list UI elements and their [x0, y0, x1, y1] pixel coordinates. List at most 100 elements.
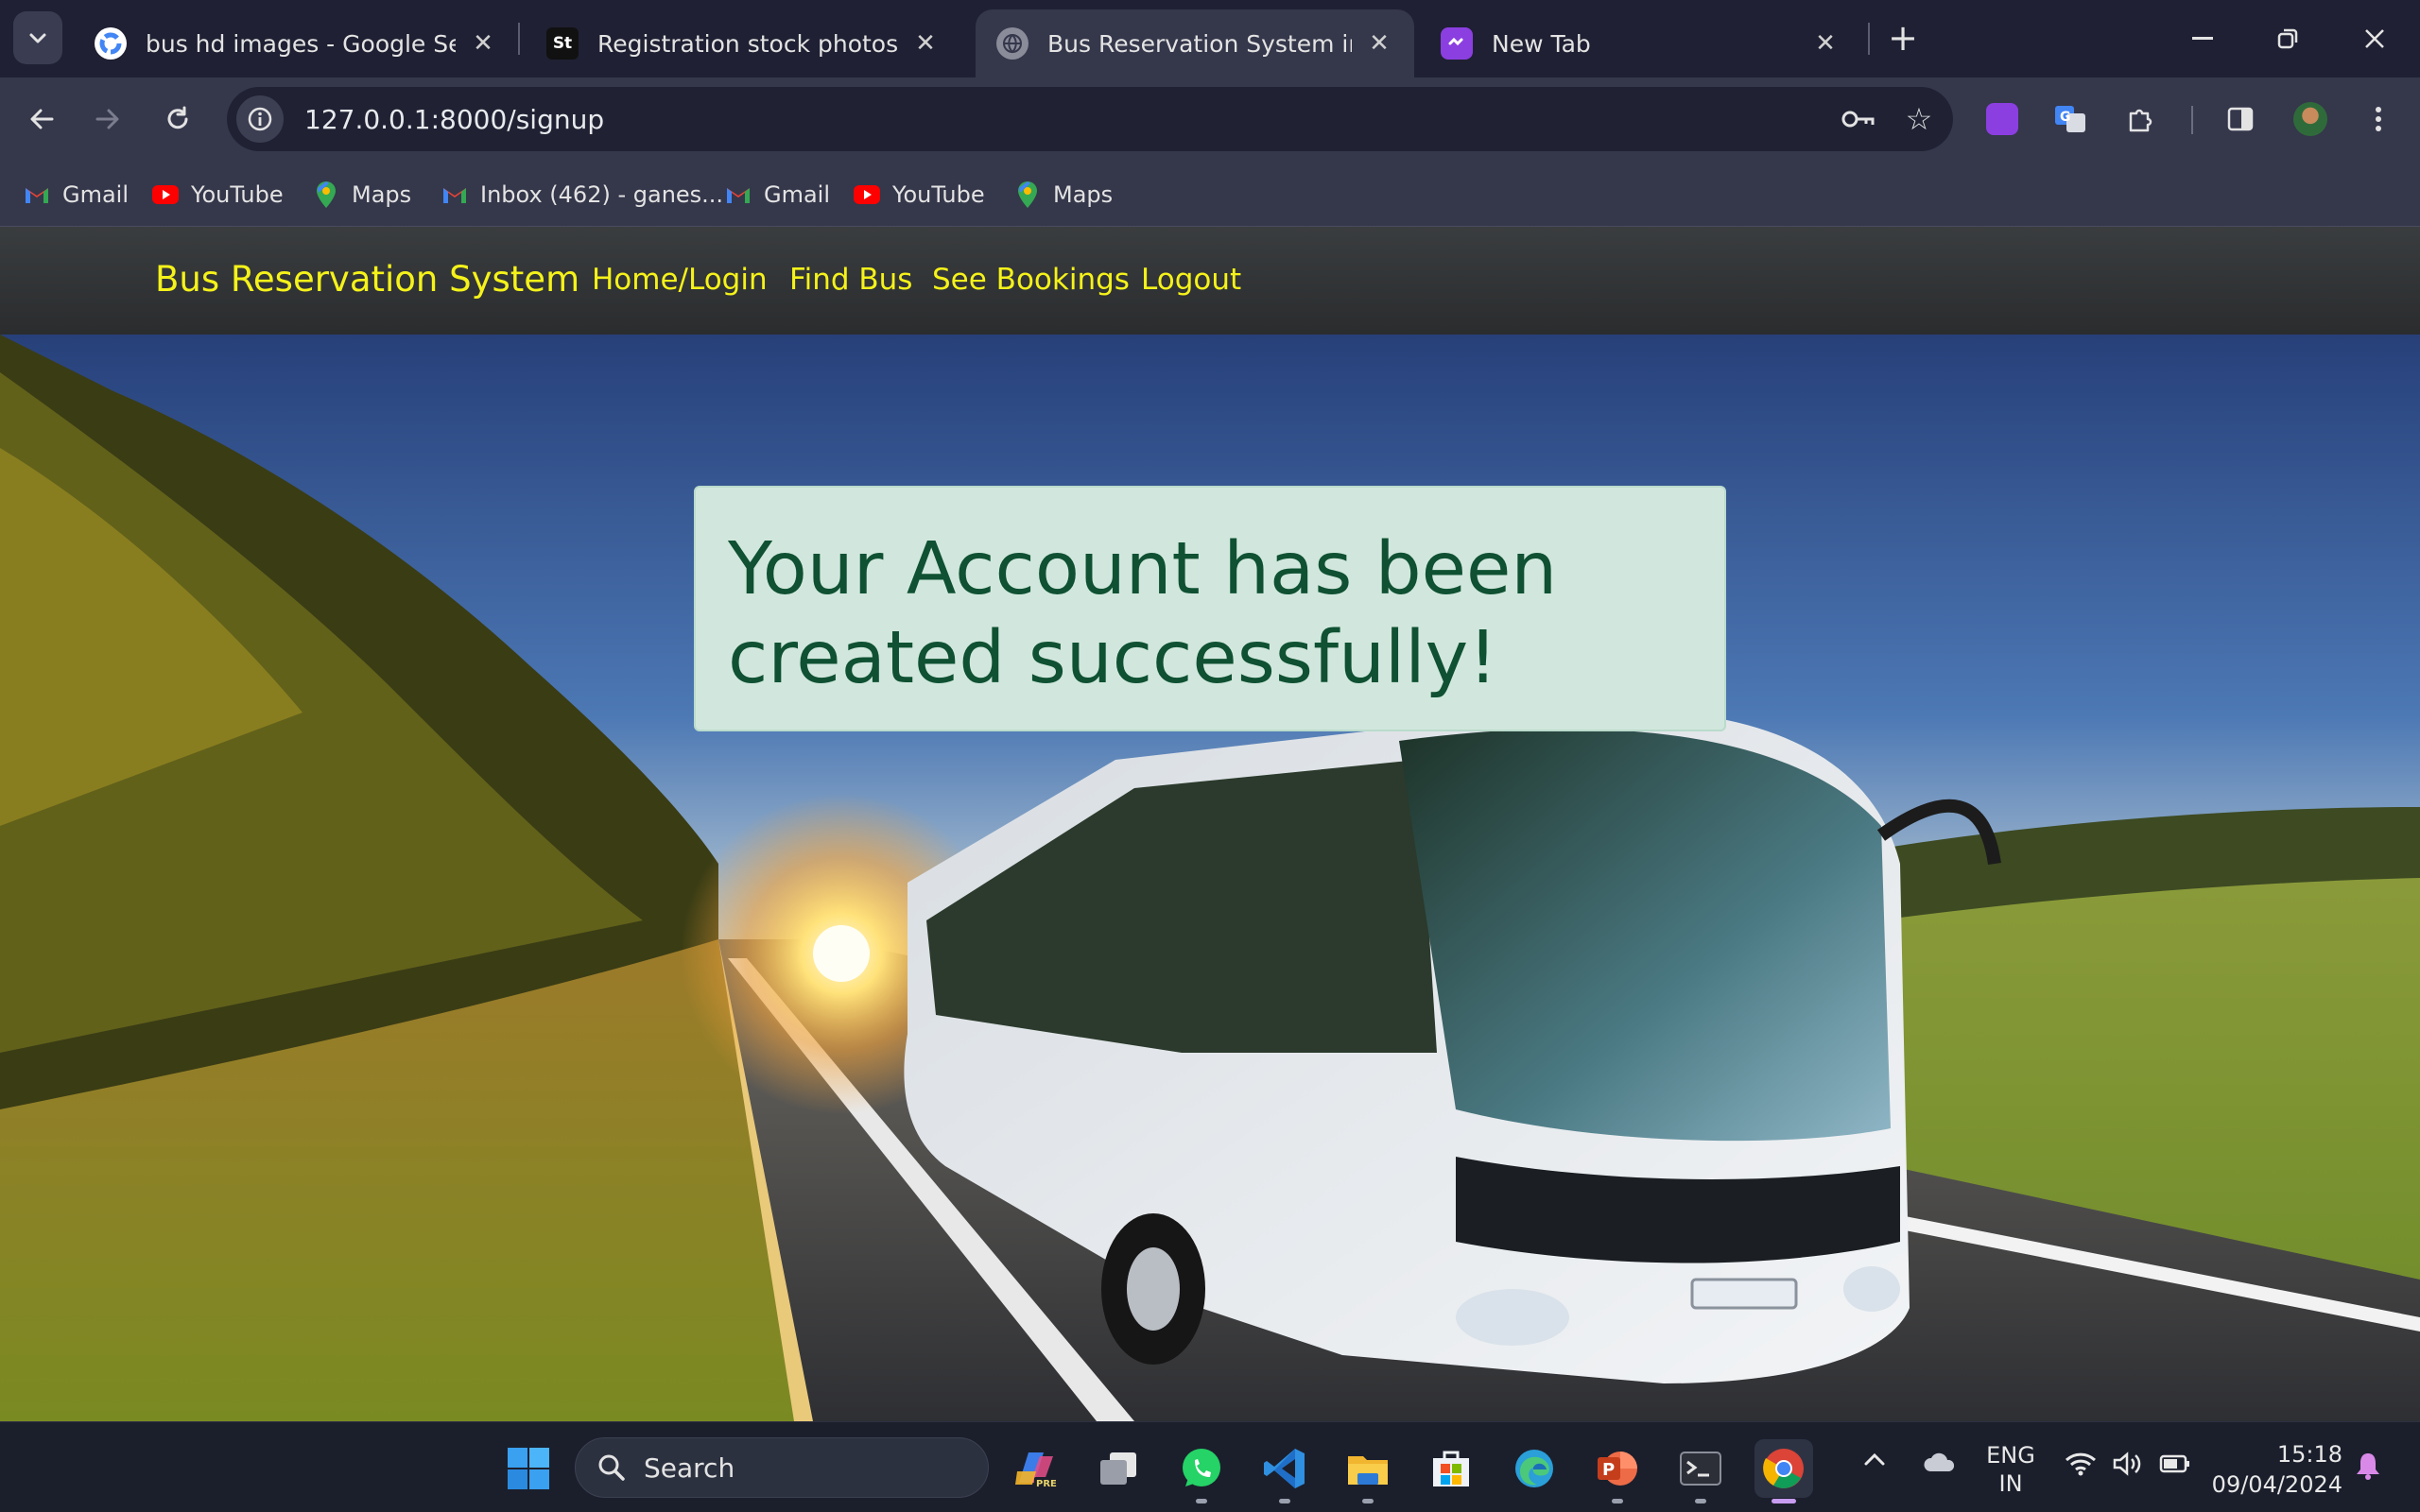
- minimize-icon: [2192, 37, 2213, 40]
- bookmark-label: Inbox (462) - ganes...: [480, 181, 724, 208]
- chrome-icon[interactable]: [1754, 1439, 1813, 1503]
- svg-text:G: G: [2060, 110, 2071, 125]
- language-code: ENG: [1986, 1442, 2035, 1469]
- wifi-icon[interactable]: [2065, 1451, 2097, 1483]
- onedrive-icon[interactable]: [1923, 1451, 1957, 1481]
- bookmarks-bar: Gmail YouTube Maps Inbox (462) - ganes..…: [0, 161, 2420, 227]
- close-icon[interactable]: ✕: [1811, 29, 1840, 58]
- clock-date: 09/04/2024: [2211, 1471, 2342, 1498]
- bookmark-label: Gmail: [62, 181, 130, 208]
- bookmark-label: Maps: [352, 181, 412, 208]
- nav-home-login[interactable]: Home/Login: [592, 263, 768, 297]
- bookmark-gmail[interactable]: Gmail: [23, 176, 129, 214]
- close-icon[interactable]: ✕: [469, 29, 497, 58]
- arrow-right-icon: [95, 109, 119, 129]
- tab-bus-reservation[interactable]: Bus Reservation System in Djan ✕: [976, 9, 1414, 77]
- google-icon: [95, 27, 127, 60]
- reload-icon: [167, 106, 188, 129]
- bookmark-label: YouTube: [191, 181, 284, 208]
- gmail-icon: [23, 180, 51, 209]
- nav-see-bookings[interactable]: See Bookings: [932, 263, 1130, 297]
- tab-title: New Tab: [1492, 29, 1591, 58]
- tab-separator: [518, 23, 520, 55]
- youtube-icon: [151, 180, 180, 209]
- language-indicator[interactable]: ENG IN: [1985, 1441, 2036, 1498]
- tab-new-tab[interactable]: New Tab ✕: [1420, 9, 1860, 77]
- bookmark-star-icon[interactable]: ☆: [1893, 93, 1945, 146]
- profile-avatar[interactable]: [2286, 94, 2335, 144]
- gmail-icon: [724, 180, 752, 209]
- nav-find-bus[interactable]: Find Bus: [789, 263, 912, 297]
- close-icon[interactable]: ✕: [911, 29, 940, 58]
- notification-bell-icon[interactable]: [2354, 1451, 2382, 1486]
- nav-logout[interactable]: Logout: [1141, 263, 1241, 297]
- bookmark-gmail-2[interactable]: Gmail: [724, 176, 830, 214]
- alert-message-line2: created successfully!: [728, 616, 1498, 700]
- system-clock[interactable]: 15:18 09/04/2024: [2210, 1439, 2342, 1500]
- shutterstock-icon: St: [546, 27, 579, 60]
- site-info-icon[interactable]: [236, 95, 284, 143]
- tab-title: Bus Reservation System in Djan: [1047, 29, 1352, 58]
- maps-icon: [312, 180, 340, 209]
- powerpoint-icon[interactable]: P: [1588, 1439, 1647, 1503]
- reload-button[interactable]: [151, 93, 204, 146]
- extensions-puzzle-icon[interactable]: [2116, 94, 2165, 144]
- menu-kebab-icon[interactable]: [2354, 94, 2403, 144]
- bookmark-label: Gmail: [764, 181, 831, 208]
- toolbar-separator: [2191, 106, 2193, 134]
- whatsapp-icon[interactable]: [1172, 1439, 1231, 1503]
- success-alert: Your Account has been created successful…: [694, 486, 1726, 731]
- forward-button[interactable]: [81, 93, 134, 146]
- extension-purple-icon[interactable]: [1978, 94, 2027, 144]
- side-panel-icon[interactable]: [2216, 94, 2265, 144]
- alert-message-line1: Your Account has been: [728, 527, 1558, 611]
- edge-icon[interactable]: [1505, 1439, 1564, 1498]
- tab-title: bus hd images - Google Search: [146, 29, 456, 58]
- bookmark-maps[interactable]: Maps: [312, 176, 411, 214]
- close-icon[interactable]: ✕: [1365, 29, 1393, 58]
- browser-toolbar: 127.0.0.1:8000/signup ☆ G: [0, 77, 2420, 161]
- bookmark-maps-2[interactable]: Maps: [1013, 176, 1113, 214]
- password-key-icon[interactable]: [1832, 93, 1885, 146]
- url-text[interactable]: 127.0.0.1:8000/signup: [304, 104, 1832, 135]
- tab-registration-photos[interactable]: St Registration stock photos, royal ✕: [526, 9, 960, 77]
- google-translate-icon[interactable]: G: [2046, 94, 2095, 144]
- tab-google-search[interactable]: bus hd images - Google Search ✕: [74, 9, 518, 77]
- site-brand[interactable]: Bus Reservation System: [155, 259, 579, 300]
- svg-text:PRE: PRE: [1036, 1479, 1057, 1489]
- bookmark-youtube-2[interactable]: YouTube: [853, 176, 985, 214]
- chevron-up-icon: [1864, 1452, 1885, 1466]
- new-tab-button[interactable]: +: [1881, 17, 1925, 60]
- microsoft-store-icon[interactable]: [1422, 1439, 1480, 1498]
- chevron-down-icon: [29, 33, 46, 43]
- battery-icon[interactable]: [2159, 1452, 2191, 1481]
- minimize-button[interactable]: [2174, 15, 2231, 62]
- windows-start-icon[interactable]: [499, 1439, 558, 1498]
- taskbar-search-label: Search: [644, 1452, 735, 1484]
- volume-icon[interactable]: [2112, 1451, 2144, 1483]
- task-view-icon[interactable]: [1089, 1439, 1148, 1498]
- close-icon: [2365, 29, 2384, 48]
- tab-separator: [1868, 23, 1870, 55]
- terminal-icon[interactable]: [1671, 1439, 1730, 1503]
- restore-button[interactable]: [2259, 15, 2316, 62]
- vscode-icon[interactable]: [1255, 1439, 1314, 1503]
- bookmark-inbox[interactable]: Inbox (462) - ganes...: [441, 176, 723, 214]
- copilot-icon[interactable]: PRE: [1006, 1439, 1064, 1498]
- taskbar-search-box[interactable]: Search: [575, 1437, 989, 1498]
- close-window-button[interactable]: [2346, 15, 2403, 62]
- region-code: IN: [1998, 1470, 2023, 1497]
- globe-icon: [996, 27, 1028, 60]
- address-bar[interactable]: 127.0.0.1:8000/signup ☆: [227, 87, 1953, 151]
- show-hidden-icons[interactable]: [1862, 1449, 1887, 1475]
- bookmark-label: YouTube: [892, 181, 985, 208]
- back-button[interactable]: [15, 93, 68, 146]
- file-explorer-icon[interactable]: [1339, 1439, 1397, 1503]
- web-page: Bus Reservation System Home/Login Find B…: [0, 227, 2420, 1421]
- tab-icon: [1441, 27, 1473, 60]
- tab-title: Registration stock photos, royal: [597, 29, 898, 58]
- youtube-icon: [853, 180, 881, 209]
- bookmark-youtube[interactable]: YouTube: [151, 176, 284, 214]
- site-navbar: Bus Reservation System Home/Login Find B…: [0, 227, 2420, 335]
- tab-search-button[interactable]: [13, 11, 62, 64]
